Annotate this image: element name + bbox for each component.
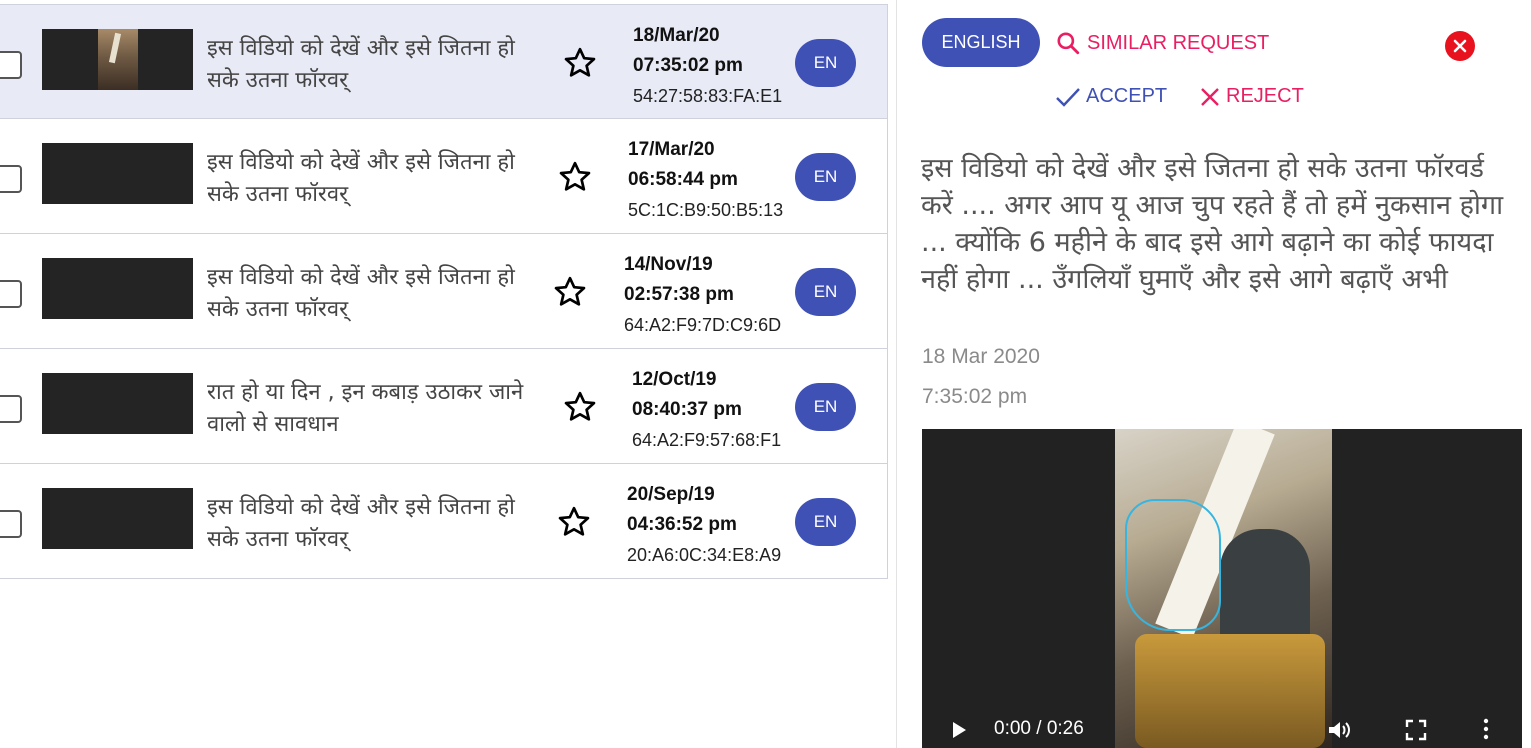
video-thumbnail[interactable]: [42, 488, 193, 549]
device-mac: 64:A2:F9:57:68:F1: [632, 430, 782, 450]
message-row[interactable]: इस विडियो को देखें और इसे जितना हो सके उ…: [0, 234, 888, 349]
search-icon: [1057, 32, 1080, 55]
star-icon[interactable]: [556, 504, 592, 540]
star-icon[interactable]: [562, 389, 598, 425]
fullscreen-icon[interactable]: [1405, 719, 1427, 741]
message-row[interactable]: रात हो या दिन , इन कबाड़ उठाकर जाने वालो…: [0, 349, 888, 464]
accept-label: ACCEPT: [1086, 85, 1168, 107]
message-text: इस विडियो को देखें और इसे जितना हो सके उ…: [207, 36, 515, 93]
language-badge[interactable]: EN: [795, 153, 856, 201]
check-icon: [1056, 87, 1080, 107]
language-badge[interactable]: EN: [795, 383, 856, 431]
device-mac: 54:27:58:83:FA:E1: [633, 86, 783, 106]
message-text: रात हो या दिन , इन कबाड़ उठाकर जाने वालो…: [207, 380, 524, 437]
video-timecode: 0:00 / 0:26: [994, 718, 1084, 739]
close-icon: [1453, 39, 1467, 53]
star-icon[interactable]: [552, 274, 588, 310]
message-time: 06:58:44 pm: [628, 169, 738, 190]
video-thumbnail[interactable]: [42, 29, 193, 90]
row-checkbox[interactable]: [0, 395, 22, 423]
message-date: 12/Oct/19: [632, 369, 717, 390]
reject-label: REJECT: [1226, 85, 1304, 107]
video-frame: [1115, 429, 1332, 748]
device-mac: 64:A2:F9:7D:C9:6D: [624, 315, 782, 335]
x-icon: [1201, 87, 1219, 106]
message-time: 04:36:52 pm: [627, 514, 737, 535]
message-row[interactable]: इस विडियो को देखें और इसे जितना हो सके उ…: [0, 464, 888, 579]
message-time: 07:35:02 pm: [633, 55, 743, 76]
detail-date: 18 Mar 2020: [922, 345, 1040, 368]
device-mac: 5C:1C:B9:50:B5:13: [628, 200, 784, 220]
message-row[interactable]: इस विडियो को देखें और इसे जितना हो सके उ…: [0, 119, 888, 234]
detail-panel: ENGLISH SIMILAR REQUEST ACCEPT REJECT इस…: [896, 0, 1531, 748]
message-date: 17/Mar/20: [628, 139, 715, 160]
play-icon[interactable]: [950, 720, 968, 740]
star-icon[interactable]: [562, 45, 598, 81]
accept-button[interactable]: ACCEPT: [1055, 85, 1167, 108]
star-icon[interactable]: [557, 159, 593, 195]
message-date: 20/Sep/19: [627, 484, 715, 505]
message-date: 14/Nov/19: [624, 254, 713, 275]
message-full-text: इस विडियो को देखें और इसे जितना हो सके उ…: [921, 153, 1504, 295]
video-thumbnail[interactable]: [42, 373, 193, 434]
similar-request-button[interactable]: SIMILAR REQUEST: [1055, 30, 1269, 56]
message-text: इस विडियो को देखें और इसे जितना हो सके उ…: [207, 495, 515, 552]
message-time: 02:57:38 pm: [624, 284, 734, 305]
similar-request-label: SIMILAR REQUEST: [1087, 31, 1270, 54]
message-date: 18/Mar/20: [633, 25, 720, 46]
row-checkbox[interactable]: [0, 51, 22, 79]
video-thumbnail[interactable]: [42, 258, 193, 319]
detail-time: 7:35:02 pm: [922, 385, 1028, 408]
more-options-icon[interactable]: [1482, 718, 1490, 740]
close-button[interactable]: [1445, 31, 1475, 61]
video-player[interactable]: 0:00 / 0:26: [922, 429, 1522, 748]
message-text: इस विडियो को देखें और इसे जितना हो सके उ…: [207, 265, 515, 322]
row-checkbox[interactable]: [0, 280, 22, 308]
language-badge[interactable]: EN: [795, 498, 856, 546]
device-mac: 20:A6:0C:34:E8:A9: [627, 545, 782, 565]
message-time: 08:40:37 pm: [632, 399, 742, 420]
volume-icon[interactable]: [1327, 719, 1353, 741]
video-thumbnail[interactable]: [42, 143, 193, 204]
language-button[interactable]: ENGLISH: [922, 18, 1040, 67]
row-checkbox[interactable]: [0, 510, 22, 538]
reject-button[interactable]: REJECT: [1199, 85, 1304, 108]
video-controls: 0:00 / 0:26: [922, 710, 1522, 748]
language-badge[interactable]: EN: [795, 39, 856, 87]
language-badge[interactable]: EN: [795, 268, 856, 316]
message-row[interactable]: इस विडियो को देखें और इसे जितना हो सके उ…: [0, 4, 888, 119]
row-checkbox[interactable]: [0, 165, 22, 193]
message-list: इस विडियो को देखें और इसे जितना हो सके उ…: [0, 4, 888, 579]
message-text: इस विडियो को देखें और इसे जितना हो सके उ…: [207, 150, 515, 207]
